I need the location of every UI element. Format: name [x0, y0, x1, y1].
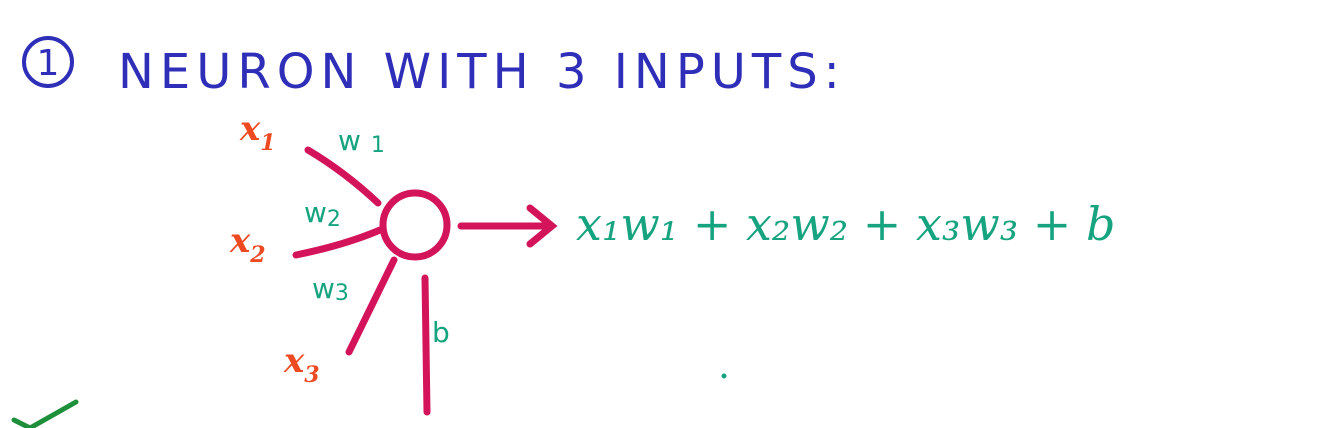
page-title: NEURON WITH 3 INPUTS:	[118, 44, 846, 100]
input-label-x1: x1	[239, 109, 276, 156]
weight-label-w3: w3	[312, 272, 349, 306]
step-number: 1	[37, 43, 60, 84]
title-group: 1 NEURON WITH 3 INPUTS:	[22, 36, 846, 100]
neuron-diagram: 1 NEURON WITH 3 INPUTS: x1 x2 x3 w1 w2 w…	[11, 36, 1115, 428]
output-formula: x₁w₁ + x₂w₂ + x₃w₃ + b	[576, 197, 1115, 251]
input-label-x2: x2	[229, 221, 266, 268]
weight-label-w1: w1	[338, 124, 385, 158]
stray-dot	[721, 373, 727, 379]
neuron-node	[379, 189, 451, 261]
input-label-x3: x3	[283, 341, 320, 388]
edge-x3	[345, 256, 398, 356]
bias-label: b	[432, 316, 450, 349]
check-icon	[11, 399, 79, 428]
whiteboard-canvas: 1 NEURON WITH 3 INPUTS: x1 x2 x3 w1 w2 w…	[0, 0, 1342, 428]
edge-x2	[292, 226, 384, 259]
edge-bias	[421, 274, 431, 416]
weight-label-w2: w2	[304, 196, 341, 232]
